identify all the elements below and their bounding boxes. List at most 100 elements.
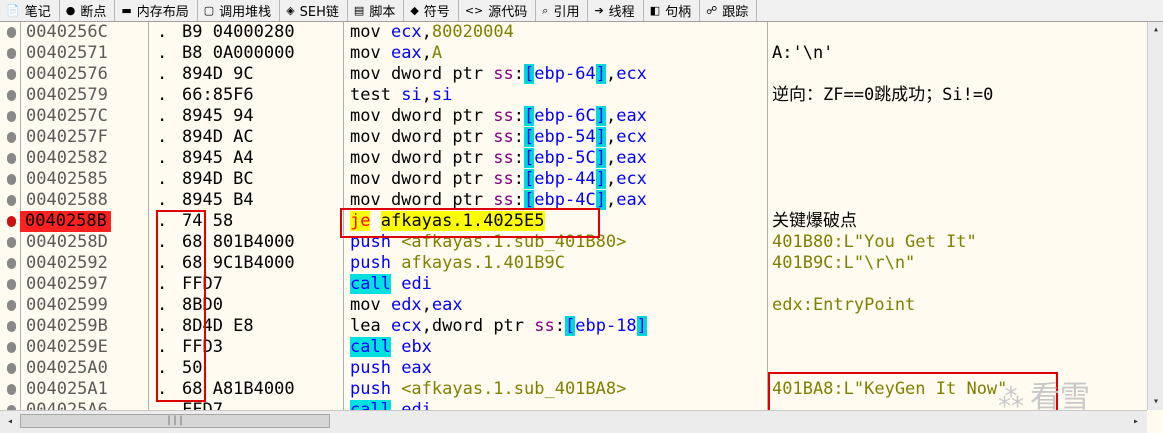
table-row[interactable]: 00402582. 8945 A4 mov dword ptr ss:[ebp-5C… (0, 148, 1163, 169)
tab-9[interactable]: ➔ 线程 (588, 0, 644, 21)
tab-8[interactable]: ⌕ 引用 (536, 0, 589, 21)
table-row[interactable]: 0040257C. 8945 94 mov dword ptr ss:[ebp-6C… (0, 106, 1163, 127)
instruction-token: : (513, 106, 525, 126)
watermark: ⁂ 看雪 (998, 372, 1090, 410)
breakpoint-dot-icon[interactable] (7, 27, 16, 38)
tab-3[interactable]: ▢ 调用堆栈 (198, 0, 281, 21)
instruction-token: ss (493, 106, 514, 126)
instruction-token (391, 400, 401, 410)
instruction-token: : (513, 148, 525, 168)
comment-cell: 401B9C:L"\r\n" (772, 253, 916, 273)
instruction-token: mov dword ptr (350, 190, 494, 210)
tab-5[interactable]: ▤ 脚本 (348, 0, 405, 21)
tab-icon: ⌕ (542, 3, 549, 17)
instruction-token: , (605, 127, 617, 147)
address-cell: 00402592 (26, 253, 108, 273)
address-cell: 004025A0 (26, 358, 108, 378)
breakpoint-active-icon[interactable] (7, 216, 16, 227)
breakpoint-dot-icon[interactable] (7, 237, 16, 248)
instruction-token: edx (390, 295, 422, 315)
instruction-cell: call edi (350, 400, 432, 410)
instruction-token: ss (493, 169, 514, 189)
instruction-token: , (421, 295, 432, 315)
breakpoint-dot-icon[interactable] (7, 90, 16, 101)
tab-1[interactable]: ● 断点 (60, 0, 116, 21)
tab-4[interactable]: ◈ SEH链 (280, 0, 348, 21)
module-dot: . (157, 43, 168, 63)
tab-10[interactable]: ◧ 句柄 (644, 0, 701, 21)
instruction-token: ebp-44 (534, 169, 596, 189)
instruction-token: , (605, 148, 617, 168)
tab-6[interactable]: ◆ 符号 (404, 0, 459, 21)
tab-label: 句柄 (665, 5, 692, 20)
table-row[interactable]: 00402585. 894D BC mov dword ptr ss:[ebp-44… (0, 169, 1163, 190)
scroll-up-icon[interactable]: ▴ (1148, 22, 1163, 38)
bytes-cell: 8945 94 (182, 106, 254, 126)
scroll-down-icon[interactable]: ▾ (1148, 394, 1163, 410)
breakpoint-dot-icon[interactable] (7, 258, 16, 269)
vertical-scrollbar[interactable]: ▴ ▾ (1147, 22, 1163, 410)
breakpoint-dot-icon[interactable] (7, 195, 16, 206)
breakpoint-dot-icon[interactable] (7, 300, 16, 311)
breakpoint-dot-icon[interactable] (7, 48, 16, 59)
disassembly-view[interactable]: 0040256C. B9 04000280 mov ecx,80020004 0040… (0, 22, 1163, 410)
instruction-token: eax (616, 148, 647, 168)
table-row[interactable]: 00402576. 894D 9C mov dword ptr ss:[ebp-64… (0, 64, 1163, 85)
module-dot: . (157, 64, 168, 84)
instruction-token: eax (390, 43, 422, 63)
table-row[interactable]: 0040257F. 894D AC mov dword ptr ss:[ebp-54… (0, 127, 1163, 148)
horizontal-scrollbar[interactable]: ◂ ||| ▸ (0, 410, 1147, 433)
instruction-token: [ (524, 106, 535, 126)
instruction-token: si (401, 85, 422, 105)
instruction-token: , (605, 190, 617, 210)
instruction-cell: mov eax,A (350, 43, 442, 64)
breakpoint-dot-icon[interactable] (7, 384, 16, 395)
breakpoint-dot-icon[interactable] (7, 69, 16, 80)
instruction-token: ebx (401, 337, 432, 357)
module-dot: . (157, 106, 168, 126)
bytes-cell: 894D 9C (182, 64, 254, 84)
instruction-token: push (350, 379, 402, 399)
breakpoint-dot-icon[interactable] (7, 111, 16, 122)
instruction-token: ] (595, 190, 606, 210)
tab-icon: ▬ (121, 4, 132, 17)
instruction-token: mov (350, 43, 391, 63)
breakpoint-dot-icon[interactable] (7, 132, 16, 143)
instruction-token: ebp-5C (534, 148, 596, 168)
tab-2[interactable]: ▬ 内存布局 (115, 0, 198, 21)
instruction-token: eax (401, 358, 432, 378)
instruction-token: ebp-4C (534, 190, 596, 210)
watermark-label: 看雪 (1030, 380, 1090, 410)
highlight-box-je (340, 208, 600, 238)
instruction-token: ] (595, 148, 606, 168)
breakpoint-dot-icon[interactable] (7, 342, 16, 353)
tab-7[interactable]: <> 源代码 (459, 0, 537, 21)
instruction-token: , (421, 43, 432, 63)
scroll-thumb[interactable]: ||| (20, 414, 330, 428)
breakpoint-dot-icon[interactable] (7, 174, 16, 185)
instruction-token: ] (595, 64, 606, 84)
instruction-token: call (350, 400, 391, 410)
instruction-token: : (513, 127, 525, 147)
scroll-right-icon[interactable]: ▸ (1128, 414, 1144, 430)
breakpoint-dot-icon[interactable] (7, 321, 16, 332)
table-row[interactable]: 00402571. B8 0A000000 mov eax,A A:'\n' (0, 43, 1163, 64)
breakpoint-dot-icon[interactable] (7, 153, 16, 164)
instruction-token: call (350, 337, 391, 357)
instruction-cell: test si,si (350, 85, 452, 106)
instruction-token: afkayas.1.401B9C (401, 253, 565, 273)
scroll-left-icon[interactable]: ◂ (2, 414, 18, 430)
instruction-token: [ (524, 190, 535, 210)
table-row[interactable]: 0040256C. B9 04000280 mov ecx,80020004 (0, 22, 1163, 43)
tab-11[interactable]: ☍ 跟踪 (700, 0, 758, 21)
kanxue-logo-icon: ⁂ (998, 384, 1024, 410)
comment-cell: 关键爆破点 (772, 211, 857, 231)
table-row[interactable]: 00402579. 66:85F6 test si,si 逆向：ZF==0跳成功；Si… (0, 85, 1163, 106)
breakpoint-dot-icon[interactable] (7, 363, 16, 374)
instruction-cell: mov dword ptr ss:[ebp-6C],eax (350, 106, 647, 127)
address-cell: 00402579 (26, 85, 108, 105)
tab-0[interactable]: 📄 笔记 (0, 0, 60, 21)
instruction-token: ebp-64 (534, 64, 596, 84)
breakpoint-dot-icon[interactable] (7, 279, 16, 290)
address-cell: 004025A1 (26, 379, 108, 399)
